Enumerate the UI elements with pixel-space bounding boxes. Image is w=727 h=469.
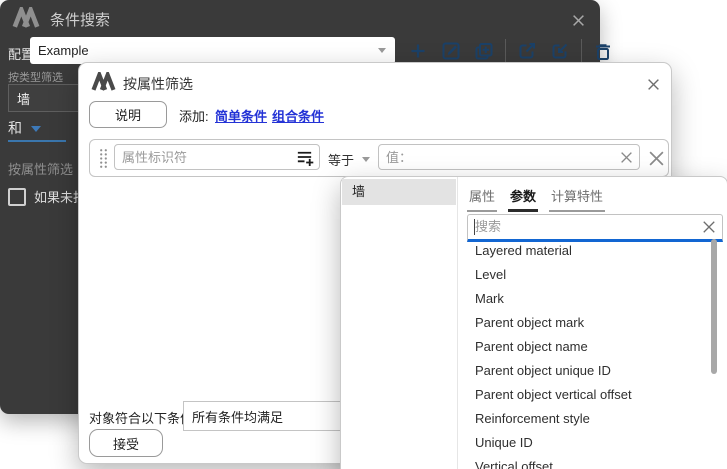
app-logo-icon [91,72,116,91]
clear-value-icon[interactable] [620,151,633,164]
object-type-option-selected[interactable]: 墙 [342,179,456,205]
accept-button[interactable]: 接受 [89,429,163,457]
search-field [467,214,723,242]
duplicate-config-button[interactable] [472,39,496,63]
filter-by-property-placeholder: 按属性筛选 [8,159,73,178]
property-option[interactable]: Parent object vertical offset [459,383,709,407]
property-option[interactable]: Parent object unique ID [459,359,709,383]
filter-by-type-label: 按类型筛选 [8,69,63,85]
import-icon [548,39,572,63]
plus-icon [406,39,430,63]
add-simple-condition-link[interactable]: 简单条件 [215,106,267,125]
property-option[interactable]: Mark [459,287,709,311]
edit-config-button[interactable] [439,39,463,63]
attribute-identifier-input[interactable] [122,147,291,167]
add-config-button[interactable] [406,39,430,63]
config-select[interactable]: Example [30,37,395,64]
property-option[interactable]: Vertical offset [459,455,709,469]
match-mode-value: 所有条件均满足 [192,407,283,426]
config-value: Example [38,43,89,58]
add-label: 添加: [179,106,209,125]
property-option[interactable]: Layered material [459,239,709,263]
add-combined-condition-link[interactable]: 组合条件 [272,106,324,125]
app-logo-icon [12,7,40,28]
tab-parameters[interactable]: 参数 [508,186,538,212]
value-input[interactable] [386,147,611,167]
logic-operator-dropdown[interactable]: 和 [8,118,41,138]
logic-operator-value: 和 [8,118,22,138]
edit-icon [439,39,463,63]
drag-handle-icon[interactable] [98,147,109,170]
help-button[interactable]: 说明 [89,101,167,128]
delete-config-button[interactable] [591,39,615,63]
object-type-value: 墙 [17,89,30,108]
close-icon[interactable] [568,10,588,30]
property-option[interactable]: Level [459,263,709,287]
duplicate-icon [472,39,496,63]
desktop: 条件搜索 配置: Example [0,0,727,469]
if-not-found-checkbox[interactable]: 如果未找 [8,187,86,206]
trash-icon [591,39,615,63]
close-icon[interactable] [643,74,663,94]
property-option[interactable]: Parent object name [459,335,709,359]
tab-properties[interactable]: 属性 [467,186,497,212]
operator-value: 等于 [328,150,354,169]
popup-property-picker: 墙 属性 参数 计算特性 Layered material Level Mark… [340,176,727,469]
clear-search-icon[interactable] [702,220,716,234]
export-config-button[interactable] [515,39,539,63]
value-field [378,144,640,170]
property-option[interactable]: Unique ID [459,431,709,455]
import-config-button[interactable] [548,39,572,63]
operator-underline [8,140,66,142]
pick-attribute-icon[interactable] [295,148,314,167]
tab-computed-characteristics[interactable]: 计算特性 [549,186,605,212]
delete-condition-icon[interactable] [646,148,666,168]
chevron-down-icon [362,157,370,162]
search-input[interactable] [475,217,696,235]
object-type-list: 墙 [341,177,458,469]
condition-row: 等于 [89,139,669,177]
property-option[interactable]: Parent object mark [459,311,709,335]
property-option[interactable]: Reinforcement style [459,407,709,431]
scrollbar-thumb[interactable] [711,239,717,374]
chevron-down-icon [31,126,41,132]
window-title: 条件搜索 [50,9,110,30]
chevron-down-icon [378,48,386,53]
checkbox-icon [8,188,26,206]
operator-dropdown[interactable]: 等于 [328,150,370,169]
config-toolbar [406,38,615,64]
property-list: Layered material Level Mark Parent objec… [459,239,709,469]
property-tabs: 属性 参数 计算特性 [467,186,605,212]
export-icon [515,39,539,63]
separator [581,39,582,63]
separator [505,39,506,63]
match-conditions-label: 对象符合以下条件 [89,408,193,427]
attribute-identifier-field [114,144,320,170]
dialog-title: 按属性筛选 [123,74,193,94]
